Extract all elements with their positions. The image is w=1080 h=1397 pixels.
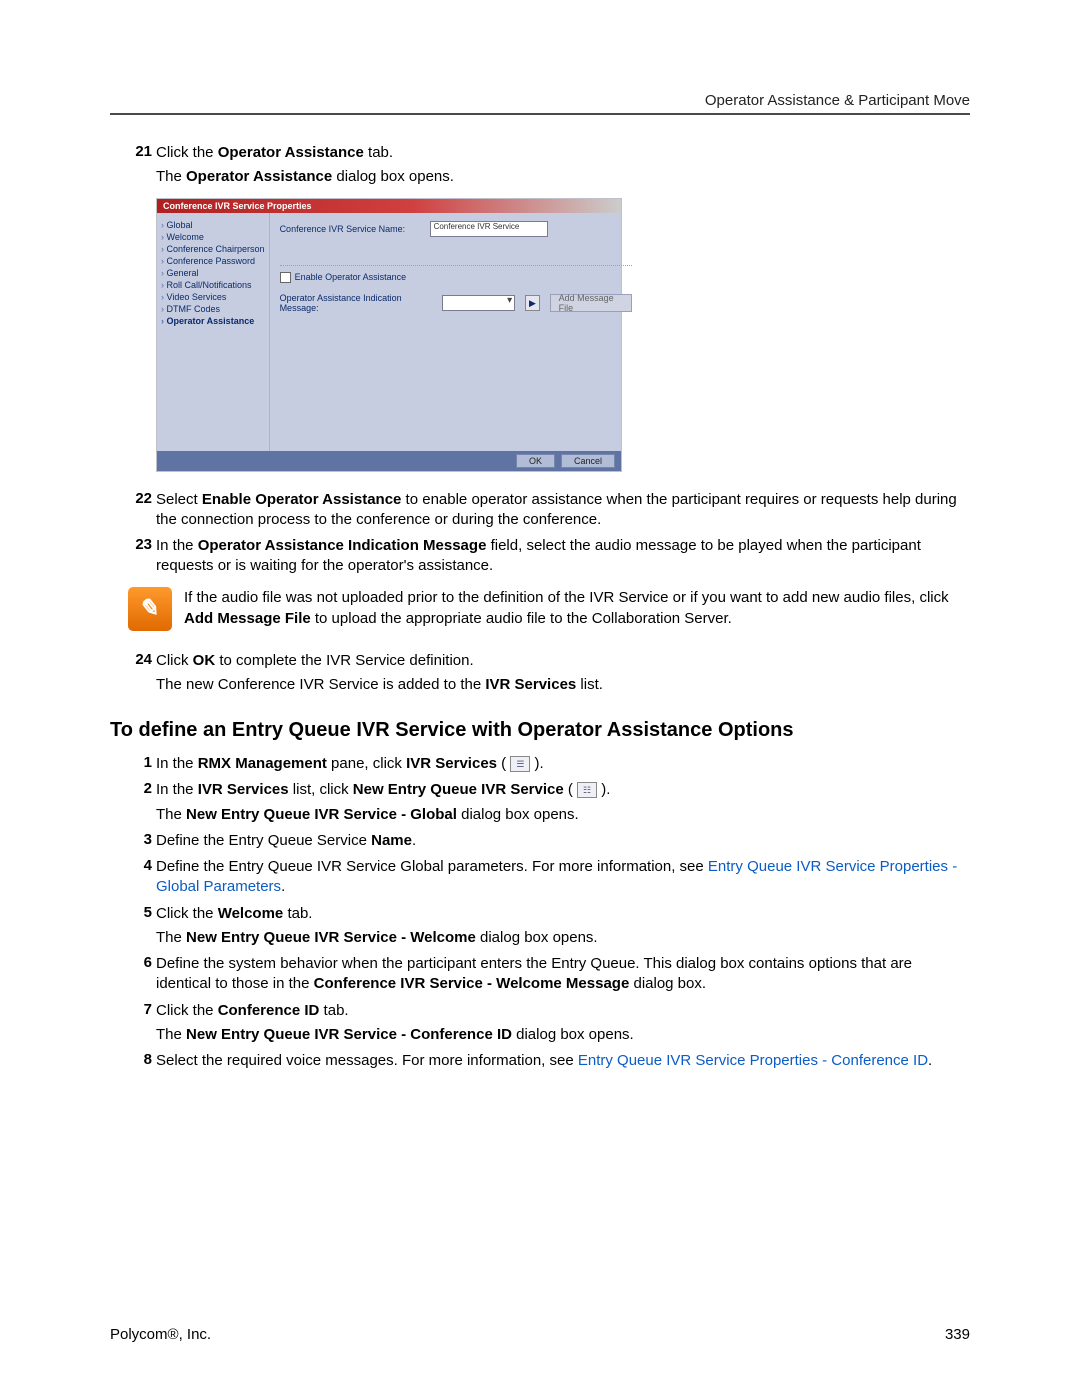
proc-step-8: 8 Select the required voice messages. Fo… [110,1051,970,1071]
sidebar-item-welcome[interactable]: Welcome [161,231,265,243]
sidebar-item-chairperson[interactable]: Conference Chairperson [161,243,265,255]
cancel-button[interactable]: Cancel [561,454,615,468]
ok-button[interactable]: OK [516,454,555,468]
section-heading: To define an Entry Queue IVR Service wit… [110,719,970,742]
ivr-service-name-input[interactable]: Conference IVR Service [430,221,548,237]
enable-operator-assistance-checkbox[interactable] [280,272,291,283]
dialog-screenshot: Conference IVR Service Properties Global… [156,198,622,472]
proc-step-2: 2 In the IVR Services list, click New En… [110,780,970,825]
step-22: 22 Select Enable Operator Assistance to … [110,490,970,531]
sidebar-item-general[interactable]: General [161,267,265,279]
step-23: 23 In the Operator Assistance Indication… [110,536,970,577]
step-number: 21 [110,143,156,160]
proc-step-1: 1 In the RMX Management pane, click IVR … [110,754,970,774]
step-24: 24 Click OK to complete the IVR Service … [110,651,970,696]
play-icon[interactable]: ▶ [525,295,540,311]
sidebar-item-global[interactable]: Global [161,219,265,231]
header-rule [110,113,970,115]
step-21: 21 Click the Operator Assistance tab. Th… [110,143,970,188]
proc-step-3: 3 Define the Entry Queue Service Name. [110,831,970,851]
dialog-sidebar: Global Welcome Conference Chairperson Co… [157,213,270,451]
page-footer: Polycom®, Inc. 339 [110,1326,970,1343]
sidebar-item-password[interactable]: Conference Password [161,255,265,267]
sidebar-item-rollcall[interactable]: Roll Call/Notifications [161,279,265,291]
dialog-title: Conference IVR Service Properties [157,199,621,213]
ivr-services-icon: ☰ [510,756,530,772]
indication-message-label: Operator Assistance Indication Message: [280,293,432,313]
note-block: ✎ If the audio file was not uploaded pri… [128,587,970,631]
footer-page-number: 339 [945,1326,970,1343]
proc-step-4: 4 Define the Entry Queue IVR Service Glo… [110,857,970,898]
proc-step-6: 6 Define the system behavior when the pa… [110,954,970,995]
sidebar-item-operator-assistance[interactable]: Operator Assistance [161,315,265,327]
proc-step-7: 7 Click the Conference ID tab. The New E… [110,1001,970,1046]
add-message-file-button[interactable]: Add Message File [550,294,632,312]
ivr-service-name-label: Conference IVR Service Name: [280,224,420,234]
proc-step-5: 5 Click the Welcome tab. The New Entry Q… [110,904,970,949]
indication-message-dropdown[interactable] [442,295,516,311]
page: Operator Assistance & Participant Move 2… [0,0,1080,1397]
sidebar-item-video[interactable]: Video Services [161,291,265,303]
sidebar-item-dtmf[interactable]: DTMF Codes [161,303,265,315]
enable-operator-assistance-label: Enable Operator Assistance [295,272,407,282]
new-entry-queue-icon: ☷ [577,782,597,798]
note-icon: ✎ [128,587,172,631]
header-section-title: Operator Assistance & Participant Move [110,92,970,109]
link-conference-id[interactable]: Entry Queue IVR Service Properties - Con… [578,1052,928,1069]
step-body: Click the Operator Assistance tab. The O… [156,143,970,188]
footer-company: Polycom®, Inc. [110,1326,211,1343]
